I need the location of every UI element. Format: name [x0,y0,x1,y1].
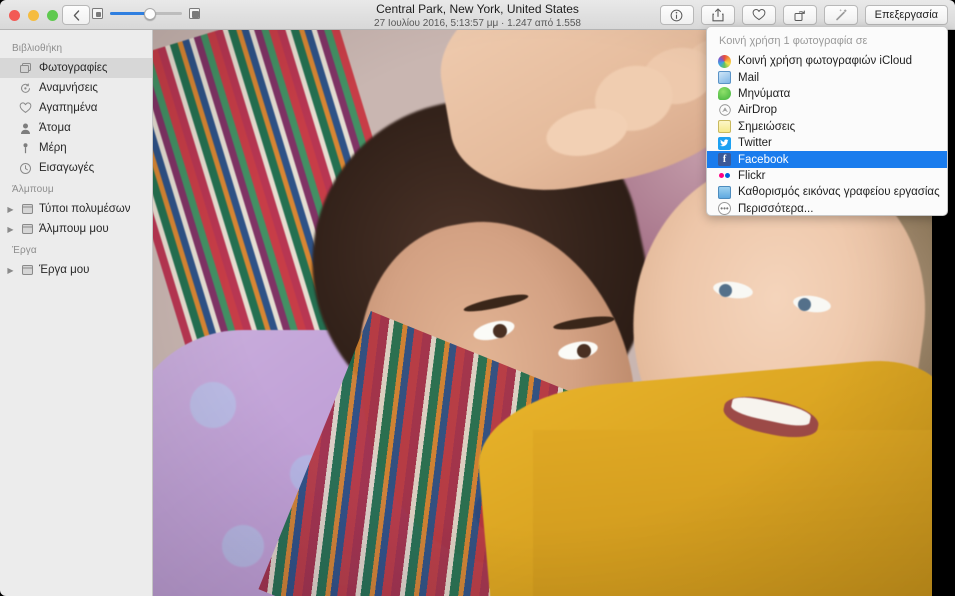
menu-item-label: Flickr [738,169,766,182]
chevron-right-icon[interactable]: ▶ [6,205,15,214]
sidebar-section-header-projects: Έργα [12,245,37,256]
sidebar-item-my-albums[interactable]: ▶ Άλμπουμ μου [0,219,152,239]
sidebar-item-label: Αναμνήσεις [39,82,98,94]
sidebar-item-memories[interactable]: Αναμνήσεις [0,78,152,98]
chevron-left-icon [73,9,79,21]
sidebar-item-photos[interactable]: Φωτογραφίες [0,58,152,78]
desktop-picture-icon [718,185,731,199]
facebook-icon: f [718,153,731,167]
menu-item-flickr[interactable]: Flickr [707,168,947,184]
edit-button-label: Επεξεργασία [874,9,938,21]
back-button[interactable] [62,5,90,25]
menu-item-label: Mail [738,71,760,84]
pin-icon [18,141,32,155]
traffic-lights [9,10,58,21]
notes-icon [718,120,731,134]
zoom-slider-thumb[interactable] [143,7,156,20]
menu-item-mail[interactable]: Mail [707,69,947,85]
menu-item-set-desktop-picture[interactable]: Καθορισμός εικόνας γραφείου εργασίας [707,184,947,200]
share-popover[interactable]: Κοινή χρήση 1 φωτογραφία σε Κοινή χρήση … [706,26,948,216]
album-icon [20,263,34,277]
edit-button[interactable]: Επεξεργασία [864,5,948,25]
more-icon: ••• [718,202,731,215]
menu-item-twitter[interactable]: Twitter [707,135,947,151]
share-icon [712,8,724,22]
menu-item-label: Facebook [738,153,789,166]
info-icon [670,9,683,21]
menu-item-label: Twitter [738,137,772,150]
rotate-button[interactable] [782,5,817,25]
menu-item-label: Καθορισμός εικόνας γραφείου εργασίας [738,186,940,199]
magic-wand-icon [835,9,847,21]
small-thumbnail-icon[interactable] [92,8,103,19]
info-button[interactable] [659,5,694,25]
sidebar-item-people[interactable]: Άτομα [0,118,152,138]
sidebar-item-imports[interactable]: Εισαγωγές [0,158,152,178]
sidebar-section-header-albums: Άλμπουμ [12,184,54,195]
menu-item-label: Περισσότερα... [738,202,814,215]
zoom-button[interactable] [47,10,58,21]
airdrop-icon [718,104,731,117]
menu-item-notes[interactable]: Σημειώσεις [707,119,947,135]
menu-item-label: AirDrop [738,104,777,117]
menu-item-facebook[interactable]: f Facebook [707,151,947,168]
enhance-button[interactable] [823,5,858,25]
sidebar-section-header-library: Βιβλιοθήκη [12,43,63,54]
toolbar: Επεξεργασία [659,5,948,25]
chevron-right-icon[interactable]: ▶ [6,225,15,234]
close-button[interactable] [9,10,20,21]
photos-app-window: Βιβλιοθήκη Φωτογραφίες Αναμνήσεις Αγαπημ… [0,0,955,596]
zoom-slider-track[interactable] [110,7,182,20]
icloud-photo-sharing-icon [718,54,731,68]
share-popover-header: Κοινή χρήση 1 φωτογραφία σε [719,35,868,47]
share-button[interactable] [700,5,735,25]
album-icon [20,222,34,236]
menu-item-label: Σημειώσεις [738,120,796,133]
sidebar-item-label: Άτομα [39,122,71,134]
menu-item-more[interactable]: ••• Περισσότερα... [707,201,947,215]
sidebar-item-label: Άλμπουμ μου [39,223,109,235]
sidebar-item-my-projects[interactable]: ▶ Έργα μου [0,260,152,280]
sidebar-item-label: Αγαπημένα [39,102,98,114]
menu-item-icloud-photo-sharing[interactable]: Κοινή χρήση φωτογραφιών iCloud [707,53,947,69]
messages-icon [718,87,731,101]
menu-item-airdrop[interactable]: AirDrop [707,102,947,118]
menu-item-label: Κοινή χρήση φωτογραφιών iCloud [738,55,913,68]
sidebar-item-label: Φωτογραφίες [39,62,108,74]
heart-icon [18,101,32,115]
clock-icon [18,161,32,175]
minimize-button[interactable] [28,10,39,21]
menu-item-messages[interactable]: Μηνύματα [707,86,947,102]
rotate-icon [794,10,805,21]
sidebar-item-label: Εισαγωγές [39,162,95,174]
menu-item-label: Μηνύματα [738,87,791,100]
mail-icon [718,71,731,85]
flickr-icon [718,169,731,182]
memories-icon [18,81,32,95]
zoom-slider[interactable] [92,7,200,20]
sidebar-item-favorites[interactable]: Αγαπημένα [0,98,152,118]
sidebar-item-places[interactable]: Μέρη [0,138,152,158]
large-thumbnail-icon[interactable] [189,8,200,19]
twitter-icon [718,136,731,150]
sidebar[interactable]: Βιβλιοθήκη Φωτογραφίες Αναμνήσεις Αγαπημ… [0,30,153,596]
sidebar-item-label: Έργα μου [39,264,90,276]
sidebar-item-label: Μέρη [39,142,67,154]
heart-icon [752,9,765,21]
sidebar-item-media-types[interactable]: ▶ Τύποι πολυμέσων [0,199,152,219]
sidebar-item-label: Τύποι πολυμέσων [39,203,131,215]
chevron-right-icon[interactable]: ▶ [6,266,15,275]
photos-icon [18,61,32,75]
person-icon [18,121,32,135]
favorite-button[interactable] [741,5,776,25]
album-icon [20,202,34,216]
